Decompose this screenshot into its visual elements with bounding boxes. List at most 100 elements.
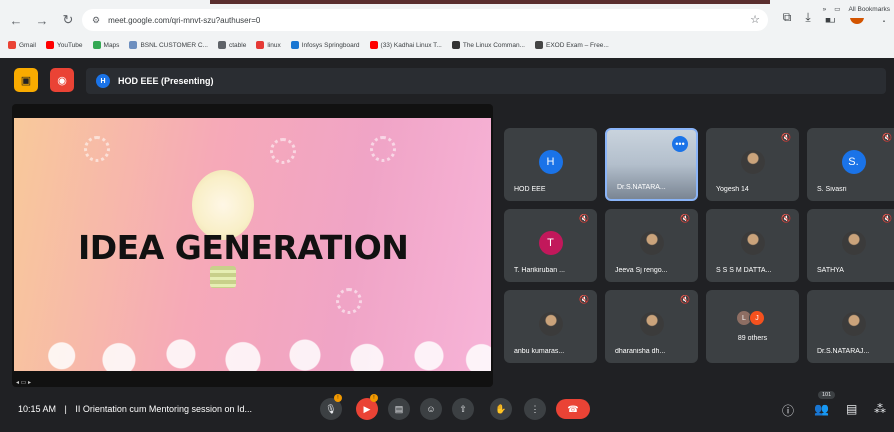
bookmark-item[interactable]: EXOD Exam – Free... xyxy=(534,41,609,49)
more-options-icon[interactable]: ••• xyxy=(672,136,688,152)
present-screen-icon[interactable]: ⇧ xyxy=(452,398,474,420)
site-info-icon[interactable]: ⚙ xyxy=(92,15,100,26)
mic-muted-icon: 🔇 xyxy=(882,214,892,223)
raise-hand-icon[interactable]: ✋ xyxy=(490,398,512,420)
bookmark-label: The Linux Comman... xyxy=(462,41,525,49)
browser-toolbar: ← → ↻ ⚙ meet.google.com/qri-mnvt-szu?aut… xyxy=(0,0,894,58)
presentation-icon[interactable]: ▣ xyxy=(14,68,38,92)
bookmark-favicon-icon xyxy=(534,41,543,49)
download-icon[interactable]: ⤓ xyxy=(805,10,810,25)
participant-tile[interactable]: T 🔇 T. Harikiruban ... xyxy=(504,209,597,282)
captions-icon[interactable]: ▤ xyxy=(388,398,410,420)
mic-muted-icon: 🔇 xyxy=(882,133,892,142)
bookmark-item[interactable]: BSNL CUSTOMER C... xyxy=(129,41,208,49)
participant-tile[interactable]: Dr.S.NATARAJ... xyxy=(807,290,894,363)
bookmark-label: Infosys Springboard xyxy=(301,41,360,49)
back-icon[interactable]: ← xyxy=(6,10,26,30)
bookmark-item[interactable]: The Linux Comman... xyxy=(451,41,525,49)
bookmark-label: EXOD Exam – Free... xyxy=(545,41,609,49)
extensions-icon[interactable]: ⧉ xyxy=(783,10,792,25)
mic-muted-icon: 🔇 xyxy=(680,295,690,304)
bookmark-favicon-icon xyxy=(129,41,138,49)
gear-icon xyxy=(370,136,396,162)
bookmark-favicon-icon xyxy=(217,41,226,49)
mic-muted-icon: 🔇 xyxy=(781,133,791,142)
participant-name: Dr.S.NATARA... xyxy=(617,184,666,191)
participant-name: Jeeva Sj rengo... xyxy=(615,267,668,274)
participant-tile[interactable]: 🔇 S S S M DATTA... xyxy=(706,209,799,282)
bookmark-label: Gmail xyxy=(19,41,36,49)
presenting-label: HOD EEE (Presenting) xyxy=(118,76,214,86)
mic-muted-icon: 🔇 xyxy=(579,295,589,304)
presenting-bar: H HOD EEE (Presenting) xyxy=(86,68,886,94)
bookmark-favicon-icon xyxy=(256,41,265,49)
bookmark-item[interactable]: Gmail xyxy=(8,41,36,49)
navigation-row: ← → ↻ ⚙ meet.google.com/qri-mnvt-szu?aut… xyxy=(0,6,894,34)
participant-tile[interactable]: S. 🔇 S. Sivasri xyxy=(807,128,894,201)
participant-photo xyxy=(841,231,866,255)
mic-warning-badge: ! xyxy=(334,394,342,402)
chat-icon[interactable]: ▤ xyxy=(846,402,857,416)
bookmark-item[interactable]: (33) Kadhai Linux T... xyxy=(369,41,442,49)
participant-tile[interactable]: 🔇 SATHYA xyxy=(807,209,894,282)
participant-photo xyxy=(538,312,563,336)
bookmarks-bar: Gmail YouTube Maps BSNL CUSTOMER C... ctable… xyxy=(0,36,894,54)
activities-icon[interactable]: ⁂ xyxy=(874,402,886,416)
gear-icon xyxy=(336,288,362,314)
bookmark-item[interactable]: Maps xyxy=(92,41,119,49)
bookmark-favicon-icon xyxy=(92,41,101,49)
leave-call-button[interactable]: ☎ xyxy=(556,399,590,419)
participant-tile[interactable]: L J 89 others xyxy=(706,290,799,363)
participant-avatar: J xyxy=(749,310,765,326)
reload-icon[interactable]: ↻ xyxy=(58,10,78,30)
address-bar[interactable]: ⚙ meet.google.com/qri-mnvt-szu?authuser=… xyxy=(82,9,768,31)
gear-icon xyxy=(84,136,110,162)
participant-tile[interactable]: H HOD EEE xyxy=(504,128,597,201)
mic-muted-icon: 🔇 xyxy=(579,214,589,223)
bookmark-item[interactable]: Infosys Springboard xyxy=(290,41,360,49)
bookmark-favicon-icon xyxy=(369,41,378,49)
forward-icon[interactable]: → xyxy=(32,10,52,30)
mic-muted-icon: 🔇 xyxy=(781,214,791,223)
bookmarks-overflow: » ▭ All Bookmarks xyxy=(816,0,890,18)
participant-tile[interactable]: ••• Dr.S.NATARA... xyxy=(605,128,698,201)
meeting-info: 10:15 AM | II Orientation cum Mentoring … xyxy=(18,404,252,414)
info-icon[interactable]: ⓘ xyxy=(782,402,794,419)
mic-muted-icon: 🔇 xyxy=(680,214,690,223)
participant-avatar: T xyxy=(538,231,563,255)
participant-name: HOD EEE xyxy=(514,186,546,193)
participant-tile[interactable]: 🔇 dharanisha dh... xyxy=(605,290,698,363)
participant-photo xyxy=(740,150,765,174)
bookmark-star-icon[interactable]: ☆ xyxy=(750,13,760,26)
bookmark-favicon-icon xyxy=(8,41,16,49)
participant-tile[interactable]: 🔇 Jeeva Sj rengo... xyxy=(605,209,698,282)
meeting-time: 10:15 AM xyxy=(18,404,57,414)
participant-name: Dr.S.NATARAJ... xyxy=(817,348,870,355)
bookmark-item[interactable]: YouTube xyxy=(45,41,83,49)
slide-title: IDEA GENERATION xyxy=(78,228,409,267)
all-bookmarks-link[interactable]: All Bookmarks xyxy=(848,6,890,13)
record-icon[interactable]: ◉ xyxy=(50,68,74,92)
bookmark-label: (33) Kadhai Linux T... xyxy=(380,41,442,49)
participant-tile[interactable]: 🔇 anbu kumaras... xyxy=(504,290,597,363)
more-options-icon[interactable]: ⋮ xyxy=(524,398,546,420)
meeting-controls-bar: 10:15 AM | II Orientation cum Mentoring … xyxy=(0,388,894,432)
bookmark-label: YouTube xyxy=(56,41,83,49)
tab-strip-edge xyxy=(210,0,770,4)
bookmark-item[interactable]: linux xyxy=(256,41,281,49)
participant-name: anbu kumaras... xyxy=(514,348,565,355)
screen-controls-icon[interactable]: ◂ ▭ ▸ xyxy=(16,379,31,386)
meet-stage: ▣ ◉ H HOD EEE (Presenting) IDEA GENERATI… xyxy=(0,58,894,432)
participant-tile[interactable]: 🔇 Yogesh 14 xyxy=(706,128,799,201)
shared-screen[interactable]: IDEA GENERATION ◂ ▭ ▸ xyxy=(12,104,493,387)
slide-content: IDEA GENERATION xyxy=(14,118,491,371)
participant-name: S S S M DATTA... xyxy=(716,267,772,274)
emoji-icon[interactable]: ☺ xyxy=(420,398,442,420)
camera-warning-badge: ! xyxy=(370,394,378,402)
chevron-right-icon[interactable]: » xyxy=(823,6,827,13)
participant-photo xyxy=(841,312,866,336)
participant-name: Yogesh 14 xyxy=(716,186,749,193)
bookmark-item[interactable]: ctable xyxy=(217,41,246,49)
people-icon[interactable]: 👥 xyxy=(814,402,829,416)
bookmark-label: linux xyxy=(267,41,281,49)
